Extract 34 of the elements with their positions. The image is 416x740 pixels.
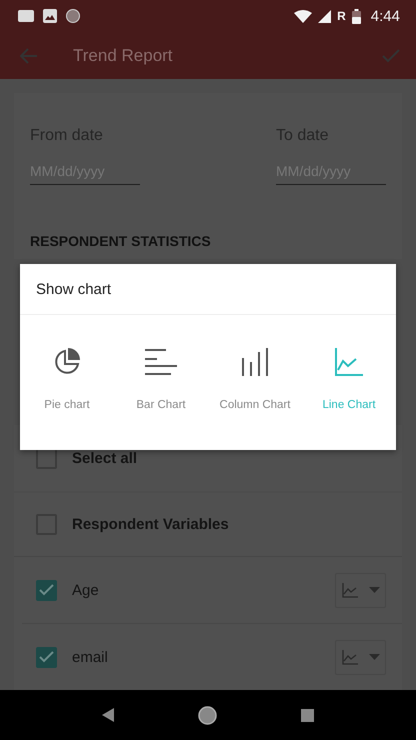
checkbox[interactable] [36,646,57,668]
battery-icon [352,8,361,24]
line-chart-icon [342,650,358,664]
home-icon[interactable] [198,706,217,724]
chart-option[interactable]: Pie chart [20,315,114,449]
bar-chart-icon [145,347,177,377]
wifi-icon [294,10,312,23]
screen-title: Trend Report [73,46,173,66]
checkmark-icon[interactable] [382,48,400,63]
clock-time: 4:44 [370,8,400,25]
network-type: R [337,9,346,24]
variable-label: email [72,648,108,666]
dialog-title: Show chart [20,264,396,315]
chart-type-dropdown[interactable] [335,640,386,674]
chart-option[interactable]: Bar Chart [114,315,208,449]
group-label: Respondent Variables [72,516,229,533]
checkbox[interactable] [36,580,57,600]
line-chart-icon [342,582,358,598]
variable-label: Age [72,582,99,598]
section-title: RESPONDENT STATISTICS [30,233,212,249]
option-label: Select all [72,450,138,466]
chart-option[interactable]: Line Chart [302,315,396,449]
dropdown-arrow-icon [368,654,380,660]
circle-icon [66,9,80,24]
image-icon [43,9,57,24]
dropdown-arrow-icon [368,587,380,593]
column-chart-icon [242,347,268,377]
chart-option[interactable]: Column Chart [208,315,302,449]
app-notification-icon [18,10,34,22]
recents-icon[interactable] [301,708,314,722]
signal-icon [318,10,332,23]
chart-type-dropdown[interactable] [335,572,386,608]
line-chart-icon [335,347,363,377]
back-nav-icon[interactable] [102,708,114,722]
